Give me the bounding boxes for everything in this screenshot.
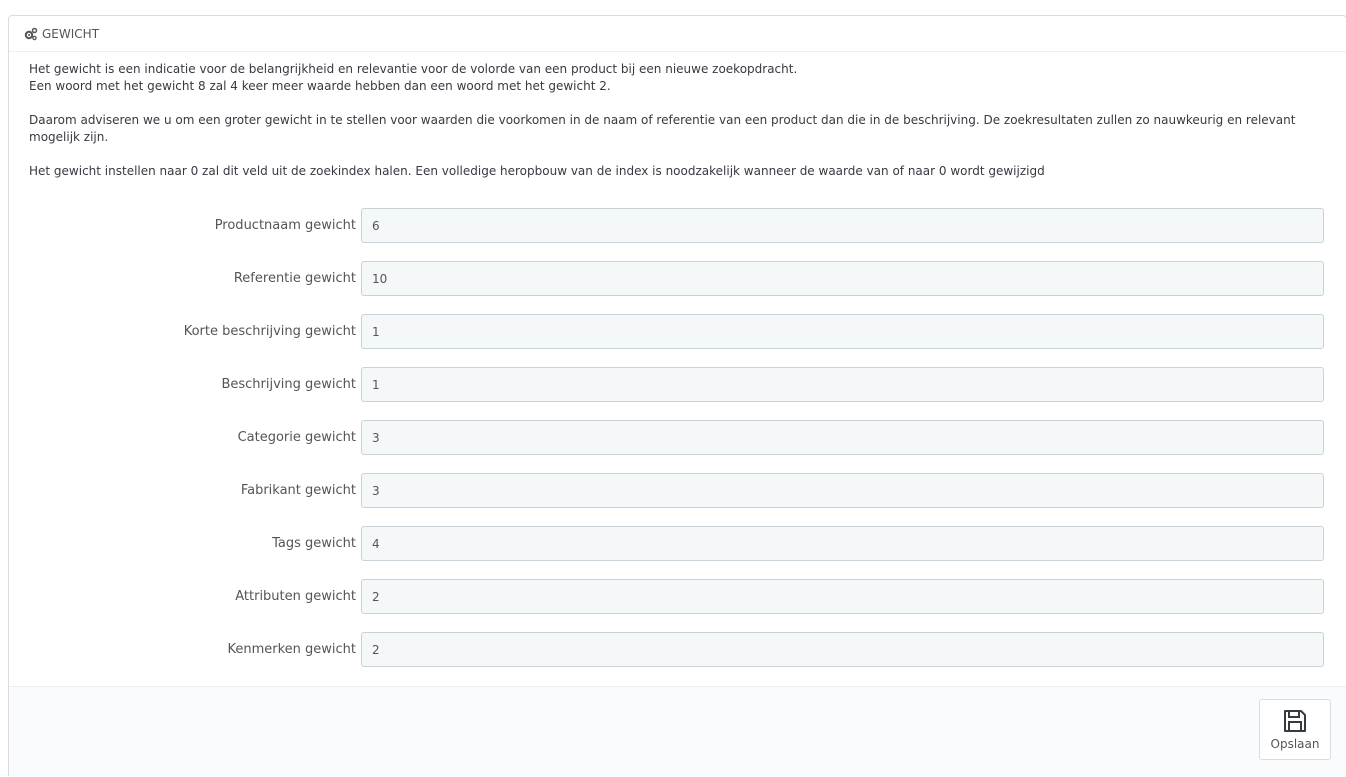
help-text: Het gewicht is een indicatie voor de bel… [29,61,1339,180]
form-row-categorie: Categorie gewicht [9,420,1346,455]
form-row-productnaam: Productnaam gewicht [9,208,1346,243]
form-row-beschrijving: Beschrijving gewicht [9,367,1346,402]
field-label: Attributen gewicht [235,589,356,604]
form-row-tags: Tags gewicht [9,526,1346,561]
form-row-referentie: Referentie gewicht [9,261,1346,296]
panel-title: Gewicht [42,26,100,41]
form-row-attributen: Attributen gewicht [9,579,1346,614]
kenmerken-weight-input[interactable] [361,632,1324,667]
help-line-1: Het gewicht is een indicatie voor de bel… [29,62,798,76]
help-line-3: Daarom adviseren we u om een groter gewi… [29,113,1296,144]
panel-footer: Opslaan [9,686,1346,777]
form-row-fabrikant: Fabrikant gewicht [9,473,1346,508]
help-line-4: Het gewicht instellen naar 0 zal dit vel… [29,164,1045,178]
categorie-weight-input[interactable] [361,420,1324,455]
floppy-disk-icon [1282,708,1308,734]
field-label: Referentie gewicht [233,271,356,286]
tags-weight-input[interactable] [361,526,1324,561]
save-button-label: Opslaan [1270,737,1320,751]
field-label: Categorie gewicht [237,430,356,445]
productnaam-weight-input[interactable] [361,208,1324,243]
panel-heading: Gewicht [9,16,1346,52]
form-row-korte-beschrijving: Korte beschrijving gewicht [9,314,1346,349]
field-label: Kenmerken gewicht [227,642,356,657]
attributen-weight-input[interactable] [361,579,1324,614]
referentie-weight-input[interactable] [361,261,1324,296]
weight-panel: Gewicht Het gewicht is een indicatie voo… [8,15,1346,777]
field-label: Beschrijving gewicht [221,377,356,392]
beschrijving-weight-input[interactable] [361,367,1324,402]
field-label: Tags gewicht [272,536,356,551]
help-line-2: Een woord met het gewicht 8 zal 4 keer m… [29,79,611,93]
form-row-kenmerken: Kenmerken gewicht [9,632,1346,667]
field-label: Productnaam gewicht [214,218,356,233]
cogs-icon [24,27,38,41]
field-label: Korte beschrijving gewicht [183,324,356,339]
fabrikant-weight-input[interactable] [361,473,1324,508]
korte-beschrijving-weight-input[interactable] [361,314,1324,349]
save-button[interactable]: Opslaan [1259,699,1331,760]
field-label: Fabrikant gewicht [240,483,356,498]
